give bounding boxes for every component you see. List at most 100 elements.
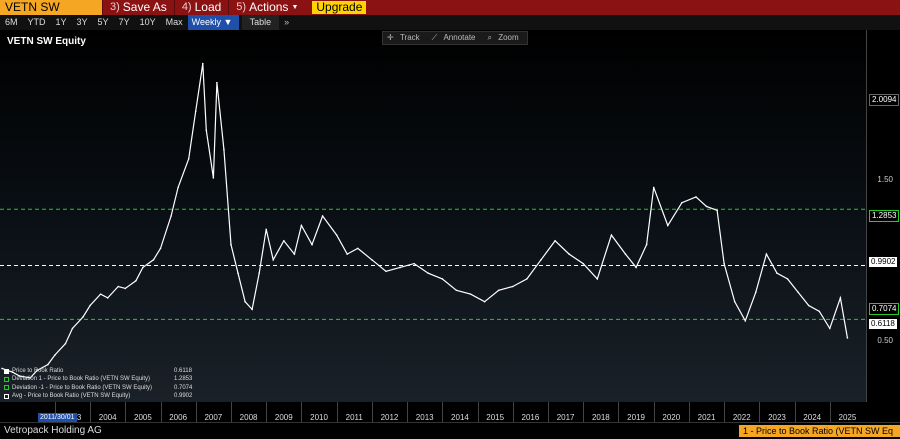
series-point [497,289,500,292]
series-point [846,337,849,339]
series-point [839,297,842,299]
series-point [152,259,155,261]
axis-tag-last-value: 0.6118 [869,319,897,329]
series-point [54,354,56,356]
series-point [371,259,373,261]
x-tick-label: 2019 [627,413,645,422]
x-tick-label: 2022 [732,413,751,422]
x-gridline [759,402,761,422]
upgrade-button[interactable]: Upgrade [312,1,367,14]
annotate-tool[interactable]: ⟋ Annotate [428,32,484,44]
range-3y[interactable]: 3Y [72,15,93,30]
legend-value: 0.6118 [174,368,192,374]
caret-down-icon: ▼ [291,4,299,11]
series-point [142,266,144,269]
series-point [321,215,324,217]
series-point [427,272,430,274]
table-button[interactable]: Table [241,15,280,30]
series-point [311,243,313,246]
x-gridline [160,402,162,422]
series-point [786,278,789,280]
series-point [744,319,747,322]
series-point [652,186,655,189]
x-tick-label: 2015 [486,413,505,422]
series-status-tab[interactable]: 1 - Price to Book Ratio (VETN SW Eq [739,425,900,437]
legend-label: Deviation 1 - Price to Book Ratio (VETN … [12,376,151,383]
save-as-button[interactable]: 3) Save As [102,0,174,15]
range-10y[interactable]: 10Y [135,15,161,30]
legend-value: 1.2853 [174,376,193,383]
series-point [223,148,225,151]
footer-bar: Vetropack Holding AG 1 - Price to Book R… [0,422,900,439]
series-point [64,342,67,345]
y-tick-0-50: 0.50 [877,336,893,345]
ticker-input[interactable]: VETN SW Equity [0,0,102,29]
series-point [170,215,172,217]
load-button[interactable]: 4) Load [173,0,228,15]
x-gridline [794,402,796,422]
series-point [776,272,778,274]
series-point [335,234,338,236]
range-7y[interactable]: 7Y [114,15,135,30]
x-tick-label: 2006 [169,413,188,422]
frequency-dropdown[interactable]: Weekly ▼ [187,15,239,30]
series-point [237,272,239,274]
series-point [733,300,736,303]
series-point [596,278,599,280]
actions-label: Actions [249,0,289,14]
x-tick-label: 2020 [662,413,681,422]
series-point [1,367,3,370]
series-point [469,293,472,295]
axis-tag-average: 0.9902 [869,257,898,267]
series-point [455,289,458,292]
x-tick-label: 2005 [133,413,152,422]
series-point [610,234,613,236]
series-point [645,243,648,246]
chart-tools: ✛ Track ⟋ Annotate ⌕ Zoom [382,31,528,45]
series-point [723,262,725,265]
more-button[interactable]: » [279,15,294,30]
range-5y[interactable]: 5Y [93,15,114,30]
series-point [483,300,486,303]
zoom-tool[interactable]: ⌕ Zoom [484,32,527,44]
range-ytd[interactable]: YTD [23,15,51,30]
x-tick-label: 2018 [591,413,610,422]
legend-swatch [4,368,9,374]
x-tick-label: 2021 [697,413,716,422]
series-point [666,224,669,227]
series-point [346,253,349,255]
axis-tag-deviation-minus-1: 0.7074 [869,303,900,315]
legend-label: Avg - Price to Book Ratio (VETN SW Equit… [12,392,131,399]
series-point [258,272,260,274]
x-gridline [688,402,690,422]
zoom-label: Zoom [498,33,519,42]
legend-swatch [4,376,9,382]
top-toolbar: VETN SW Equity 3) Save As 4) Load 5) Act… [0,0,900,29]
x-tick-label: 2007 [204,413,223,422]
series-point [99,293,102,295]
legend-label: Price to Book Ratio [12,368,64,374]
track-tool[interactable]: ✛ Track [383,32,428,44]
chart-plot-area[interactable] [0,30,866,402]
series-point [205,129,208,132]
x-tick-label: 2024 [803,413,822,422]
load-number: 4) [181,1,192,13]
range-6m[interactable]: 6M [0,15,23,30]
x-gridline [301,402,303,422]
x-tick-label: 2025 [838,413,857,422]
chart-legend: Price to Book Ratio 0.6118 Deviation 1 -… [4,367,192,400]
x-gridline [583,402,585,422]
x-tick-label: 2012 [380,413,399,422]
actions-button[interactable]: 5) Actions ▼ [228,0,305,15]
save-as-number: 3) [110,1,120,13]
series-point [293,253,296,255]
axis-tag-deviation-1: 1.2853 [869,210,900,222]
range-max[interactable]: Max [161,15,188,30]
x-tick-label: 2017 [556,413,575,422]
range-1y[interactable]: 1Y [51,15,72,30]
x-gridline [618,402,620,422]
x-gridline [195,402,197,422]
series-point [283,239,285,242]
series-point [230,243,232,246]
series-point [272,259,275,261]
